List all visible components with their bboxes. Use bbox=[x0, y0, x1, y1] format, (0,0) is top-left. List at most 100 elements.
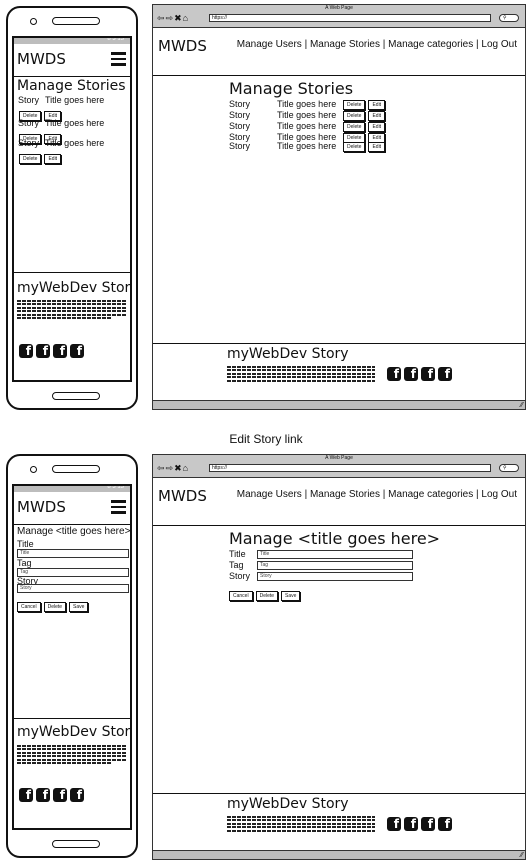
delete-button[interactable]: Delete bbox=[255, 590, 279, 601]
title-input[interactable]: Title bbox=[257, 550, 413, 559]
save-button[interactable]: Save bbox=[69, 601, 89, 612]
back-arrow-icon[interactable]: ⇦ bbox=[157, 463, 166, 473]
address-bar[interactable]: https:// bbox=[209, 464, 491, 472]
edit-button[interactable]: Edit bbox=[368, 110, 386, 121]
nav-log-out[interactable]: Log Out bbox=[481, 39, 517, 50]
edit-button[interactable]: Edit bbox=[368, 121, 386, 132]
status-bar: 8 3 13 bbox=[14, 486, 130, 492]
facebook-icon[interactable]: f bbox=[438, 817, 452, 831]
edit-button[interactable]: Edit bbox=[44, 153, 62, 164]
delete-button[interactable]: Delete bbox=[343, 99, 366, 110]
home-icon[interactable]: ⌂ bbox=[183, 463, 189, 473]
save-button[interactable]: Save bbox=[281, 590, 301, 601]
facebook-icon[interactable]: f bbox=[421, 817, 435, 831]
search-icon[interactable]: ⚲ bbox=[499, 464, 519, 472]
edit-button[interactable]: Edit bbox=[368, 99, 386, 110]
edit-button[interactable]: Edit bbox=[368, 141, 386, 152]
search-icon[interactable]: ⚲ bbox=[499, 14, 519, 22]
speaker-slot bbox=[52, 17, 100, 25]
footer-text bbox=[17, 743, 127, 766]
footer-text bbox=[227, 814, 375, 833]
flow-caption: Edit Story link bbox=[229, 432, 303, 446]
facebook-icon[interactable]: f bbox=[36, 344, 50, 358]
phone-frame-list: 8 3 13 MWDS Manage Stories Story Title go… bbox=[6, 6, 138, 410]
nav-manage-users[interactable]: Manage Users bbox=[237, 39, 302, 50]
footer-text bbox=[17, 298, 127, 321]
nav-manage-categories[interactable]: Manage categories bbox=[388, 489, 473, 500]
resize-grip-icon[interactable]: ⁄⁄ bbox=[521, 852, 523, 859]
main-nav: Manage Users | Manage Stories | Manage c… bbox=[236, 489, 517, 500]
cancel-button[interactable]: Cancel bbox=[229, 590, 253, 601]
brand-logo[interactable]: MWDS bbox=[158, 37, 207, 55]
home-button[interactable] bbox=[52, 392, 100, 400]
facebook-icon[interactable]: f bbox=[387, 367, 401, 381]
brand-logo[interactable]: MWDS bbox=[17, 50, 66, 68]
title-label: Title bbox=[229, 549, 246, 559]
delete-button[interactable]: Delete bbox=[343, 141, 366, 152]
facebook-icon[interactable]: f bbox=[36, 788, 50, 802]
facebook-icon[interactable]: f bbox=[438, 367, 452, 381]
nav-manage-stories[interactable]: Manage Stories bbox=[310, 39, 380, 50]
nav-log-out[interactable]: Log Out bbox=[481, 489, 517, 500]
facebook-icon[interactable]: f bbox=[70, 344, 84, 358]
nav-manage-stories[interactable]: Manage Stories bbox=[310, 489, 380, 500]
tag-label: Tag bbox=[229, 560, 244, 570]
story-title: Title goes here bbox=[277, 99, 337, 109]
brand-logo[interactable]: MWDS bbox=[158, 487, 207, 505]
title-input[interactable]: Title bbox=[17, 549, 129, 558]
brand-logo[interactable]: MWDS bbox=[17, 498, 66, 516]
facebook-icon[interactable]: f bbox=[53, 788, 67, 802]
browser-chrome: A Web Page ⇦⇨✖⌂ https:// ⚲ bbox=[153, 455, 525, 478]
home-button[interactable] bbox=[52, 840, 100, 848]
story-input[interactable]: Story bbox=[257, 572, 413, 581]
home-icon[interactable]: ⌂ bbox=[183, 13, 189, 23]
cancel-button[interactable]: Cancel bbox=[17, 601, 41, 612]
footer-title: myWebDev Story bbox=[227, 346, 349, 362]
address-bar[interactable]: https:// bbox=[209, 14, 491, 22]
delete-button[interactable]: Delete bbox=[343, 121, 366, 132]
tag-input[interactable]: Tag bbox=[257, 561, 413, 570]
story-label: Story bbox=[229, 571, 251, 581]
hamburger-menu-icon[interactable] bbox=[111, 500, 126, 514]
forward-arrow-icon[interactable]: ⇨ bbox=[166, 463, 175, 473]
footer-text bbox=[227, 364, 375, 383]
delete-button[interactable]: Delete bbox=[19, 153, 42, 164]
camera-icon bbox=[30, 466, 37, 473]
nav-manage-categories[interactable]: Manage categories bbox=[388, 39, 473, 50]
forward-arrow-icon[interactable]: ⇨ bbox=[166, 13, 175, 23]
story-label: Story bbox=[229, 110, 251, 120]
status-bar: 8 3 13 bbox=[14, 38, 130, 44]
status-bar bbox=[153, 400, 525, 409]
facebook-icon[interactable]: f bbox=[19, 344, 33, 358]
story-label: Story bbox=[229, 121, 251, 131]
delete-button[interactable]: Delete bbox=[43, 601, 67, 612]
facebook-icon[interactable]: f bbox=[70, 788, 84, 802]
browser-chrome: A Web Page ⇦⇨✖⌂ https:// ⚲ bbox=[153, 5, 525, 28]
facebook-icon[interactable]: f bbox=[19, 788, 33, 802]
hamburger-menu-icon[interactable] bbox=[111, 52, 126, 66]
close-icon[interactable]: ✖ bbox=[174, 13, 183, 23]
facebook-icon[interactable]: f bbox=[404, 817, 418, 831]
back-arrow-icon[interactable]: ⇦ bbox=[157, 13, 166, 23]
phone-screen: 8 3 13 MWDS Manage Stories Story Title go… bbox=[12, 36, 132, 382]
nav-manage-users[interactable]: Manage Users bbox=[237, 489, 302, 500]
facebook-icon[interactable]: f bbox=[53, 344, 67, 358]
story-label: Story bbox=[18, 138, 40, 148]
title-label: Title bbox=[17, 539, 34, 549]
story-row: Story Title goes here Delete Edit bbox=[229, 110, 388, 121]
browser-window-edit: A Web Page ⇦⇨✖⌂ https:// ⚲ MWDS Manage U… bbox=[152, 454, 526, 860]
social-links: ffff bbox=[387, 365, 455, 383]
story-input[interactable]: Story bbox=[17, 584, 129, 593]
close-icon[interactable]: ✖ bbox=[174, 463, 183, 473]
story-title: Title goes here bbox=[277, 121, 337, 131]
resize-grip-icon[interactable]: ⁄⁄ bbox=[521, 402, 523, 409]
story-row: Story Title goes here Delete Edit bbox=[229, 121, 388, 132]
delete-button[interactable]: Delete bbox=[343, 110, 366, 121]
facebook-icon[interactable]: f bbox=[421, 367, 435, 381]
footer-title: myWebDev Story bbox=[17, 724, 132, 740]
form-actions: Cancel Delete Save bbox=[17, 598, 91, 616]
page-title: Manage <title goes here> bbox=[17, 526, 131, 537]
facebook-icon[interactable]: f bbox=[404, 367, 418, 381]
facebook-icon[interactable]: f bbox=[387, 817, 401, 831]
social-links: ffff bbox=[19, 786, 87, 804]
